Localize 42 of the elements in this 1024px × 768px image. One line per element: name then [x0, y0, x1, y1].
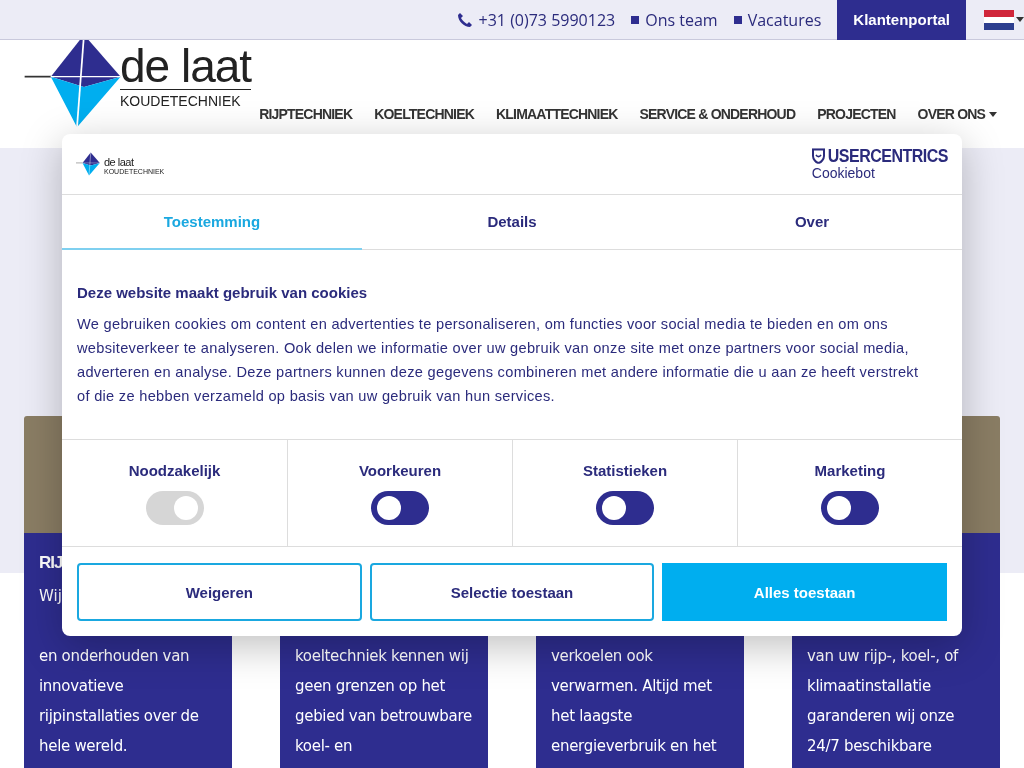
nav-link[interactable]: PROJECTEN [817, 106, 896, 122]
portal-button[interactable]: Klantenportal [837, 0, 966, 40]
caret-icon [1016, 17, 1024, 22]
toggle-switch[interactable] [596, 491, 654, 525]
card-text: verkoelen ook verwarmen. Altijd met het laagste energieverbruik en het [551, 646, 718, 757]
dialog-text: We gebruiken cookies om content en advertenties te personaliseren, om functies voor social media te bieden en om ons websiteverkeer te analyseren. Ook delen we informatie over uw gebruik van onze site met onze partners voor social media, adverteren en analyse. Deze partners kunnen deze gegevens combineren met andere informatie die u aan ze heeft verstrekt of die ze hebben verzameld op basis van uw gebruik van hun services. [77, 315, 920, 406]
toggle-label: Marketing [814, 462, 886, 479]
top-link[interactable]: Ons team [645, 8, 718, 31]
nav-link[interactable]: OVER ONS [917, 106, 998, 122]
card-text: en onderhouden van innovatieve rijpinstallaties over de hele wereld. [39, 646, 200, 757]
consent-button[interactable]: Selectie toestaan [369, 563, 655, 621]
bullet-icon [733, 15, 742, 24]
toggle-label: Noodzakelijk [128, 462, 221, 479]
toggle-label: Voorkeuren [358, 462, 442, 479]
card-text: van uw rijp-, koel-, of klimaatinstallatie garanderen wij onze 24/7 beschikbare [807, 646, 960, 757]
dialog-tab[interactable]: Over [662, 195, 962, 250]
consent-button[interactable]: Weigeren [77, 563, 362, 621]
phone-link[interactable]: +31 (0)73 5990123 [478, 8, 616, 31]
bullet-icon [631, 15, 640, 24]
logo-name: de laat [120, 43, 252, 89]
card-text: koeltechniek kennen wij geen grenzen op het gebied van betrouwbare koel- en [295, 646, 473, 757]
logo-tagline: KOUDETECHNIEK [120, 89, 252, 109]
dialog-logo-icon [76, 152, 102, 176]
nav-link[interactable]: KOELTECHNIEK [374, 106, 475, 122]
toggle-switch[interactable] [371, 491, 429, 525]
dialog-title: Deze website maakt gebruik van cookies [77, 284, 369, 301]
dialog-logo-name: de laat [104, 157, 135, 168]
nav-link[interactable]: KLIMAATTECHNIEK [496, 106, 618, 122]
shield-icon [811, 148, 825, 164]
toggle-switch[interactable] [821, 491, 879, 525]
toggle-label: Statistieken [582, 462, 668, 479]
nav-link[interactable]: RIJPTECHNIEK [259, 106, 353, 122]
nav-link[interactable]: SERVICE & ONDERHOUD [639, 106, 796, 122]
card-heading: RIJ [39, 553, 63, 572]
provider-product: Cookiebot [811, 165, 875, 181]
caret-icon [989, 111, 998, 117]
card-text: Wij [39, 587, 62, 605]
flag-icon[interactable] [984, 9, 1014, 30]
phone-icon [456, 11, 473, 28]
provider-name: USERCENTRICS [827, 146, 948, 166]
dialog-tab[interactable]: Details [362, 195, 662, 250]
top-link[interactable]: Vacatures [747, 8, 822, 31]
